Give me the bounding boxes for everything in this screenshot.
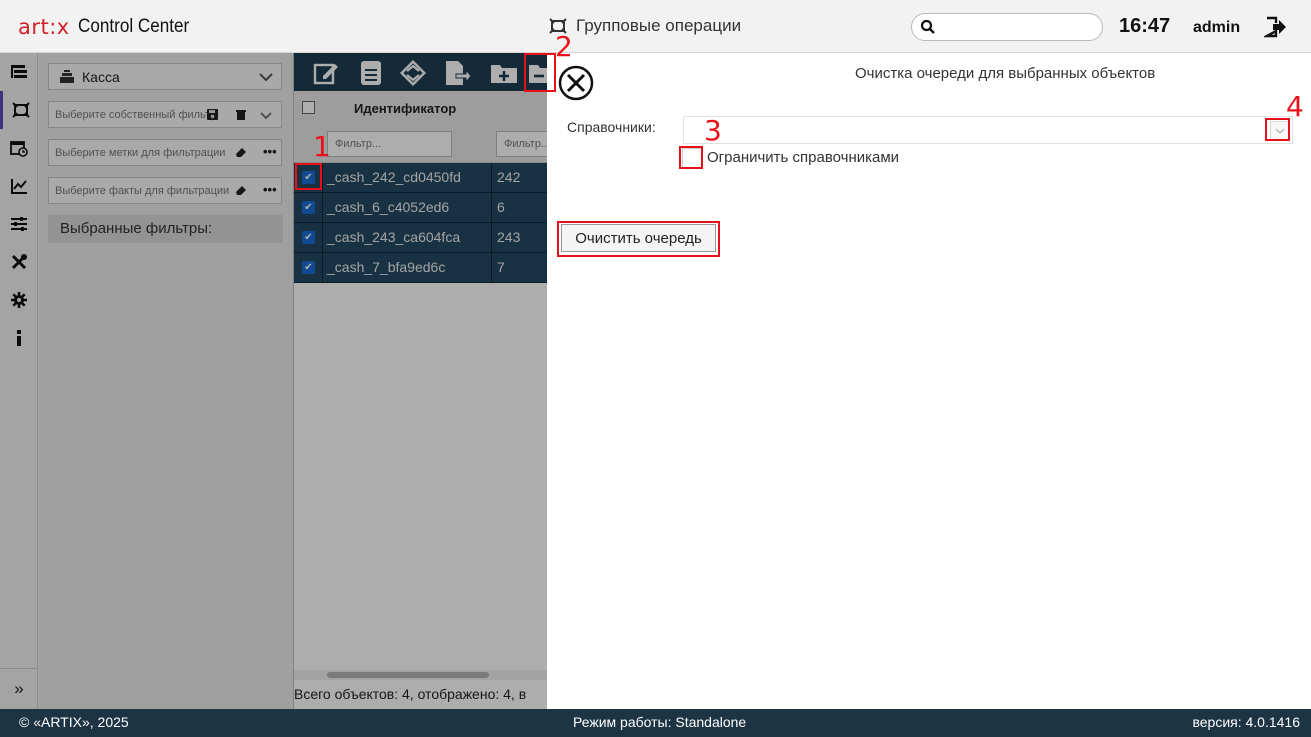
footer: © «ARTIX», 2025 Режим работы: Standalone… [0, 709, 1311, 737]
annotation-box-2 [524, 53, 556, 92]
close-icon [558, 65, 594, 101]
search-box[interactable] [911, 13, 1103, 41]
artix-logo: art:x [18, 15, 70, 39]
annotation-box-3 [679, 146, 703, 169]
work-mode: Режим работы: Standalone [573, 714, 747, 730]
clock: 16:47 [1119, 15, 1171, 37]
modal-backdrop [0, 53, 547, 709]
close-dialog-button[interactable] [558, 65, 594, 101]
limit-directories-label[interactable]: Ограничить справочниками [707, 149, 899, 166]
directories-select[interactable] [683, 116, 1293, 144]
annotation-number-2: 2 [555, 30, 573, 63]
clear-queue-dialog: Очистка очереди для выбранных объектов С… [547, 53, 1311, 709]
version: версия: 4.0.1416 [1192, 714, 1300, 730]
search-icon [920, 19, 935, 34]
directories-label: Справочники: [567, 119, 656, 135]
annotation-number-1: 1 [313, 130, 331, 163]
top-bar: art:x Control Center Групповые операции … [0, 0, 1311, 53]
annotation-box-5 [557, 221, 720, 257]
copyright: © «ARTIX», 2025 [19, 714, 129, 730]
page-title: Групповые операции [549, 16, 741, 36]
search-input[interactable] [940, 17, 1095, 37]
annotation-box-1 [295, 163, 322, 190]
app-name: Control Center [77, 16, 189, 37]
annotation-number-4: 4 [1286, 90, 1304, 123]
logout-icon [1262, 16, 1286, 38]
app-logo[interactable]: art:x Control Center [18, 12, 201, 42]
logout-button[interactable] [1262, 15, 1288, 44]
annotation-number-3: 3 [704, 114, 722, 147]
dialog-title: Очистка очереди для выбранных объектов [855, 65, 1156, 82]
user-name[interactable]: admin [1193, 19, 1240, 37]
page-title-text: Групповые операции [576, 16, 742, 35]
